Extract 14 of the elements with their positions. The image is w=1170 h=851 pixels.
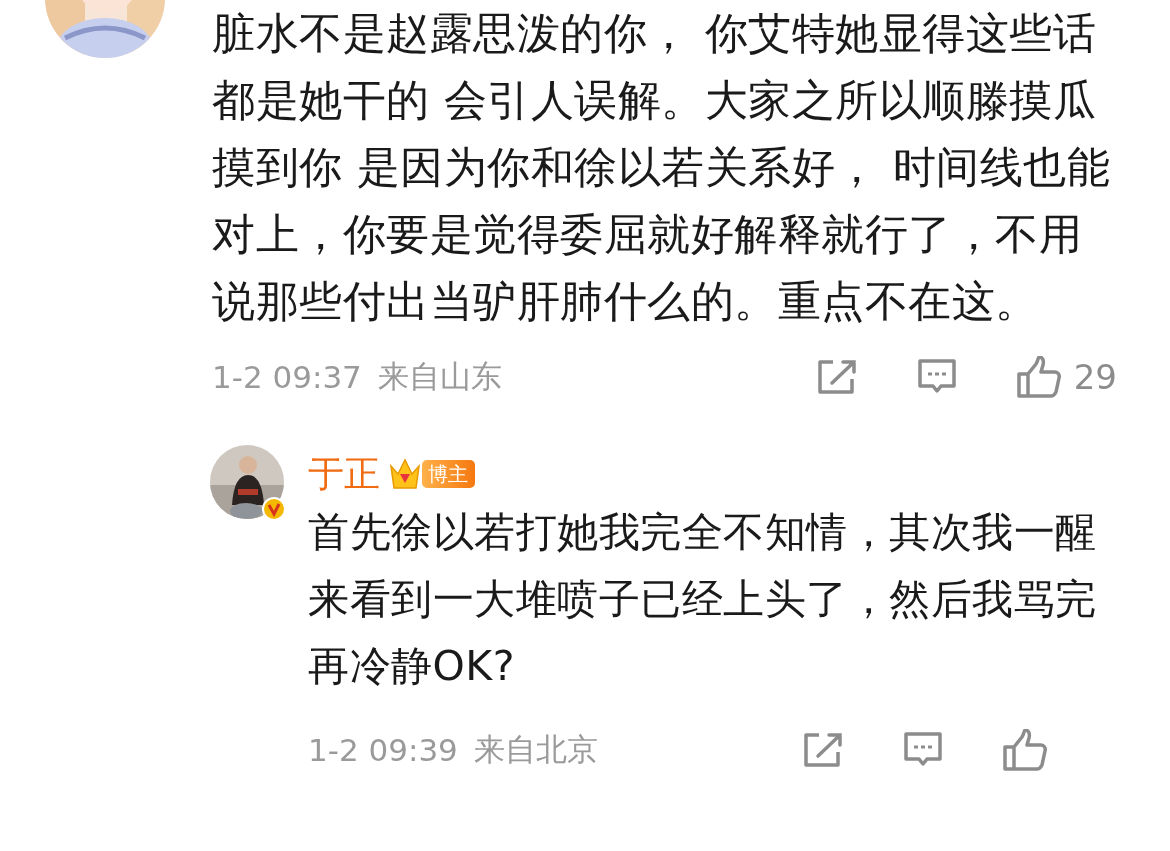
share-icon[interactable] [815,359,858,395]
thumbs-up-icon[interactable] [1015,356,1062,398]
comment-location: 来自山东 [377,357,502,396]
comment-time: 1-2 09:37 [212,359,362,395]
comment-icon[interactable] [902,731,944,769]
comment-location: 来自北京 [473,730,598,769]
comment-text: 首先徐以若打她我完全不知情，其次我一醒来看到一大堆喷子已经上头了，然后我骂完再冷静OK? [308,507,1098,692]
comment-icon[interactable] [915,358,958,396]
user-name[interactable]: 于正 [308,449,380,499]
comment-time: 1-2 09:39 [308,732,458,768]
share-icon[interactable] [802,732,844,768]
thumbs-up-icon[interactable] [1002,729,1048,771]
comment-text: 脏水不是赵露思泼的你， 你艾特她显得这些话都是她干的 会引人误解。大家之所以顺滕摸瓜摸到你 是因为你和徐以若关系好， 时间线也能对上，你要是觉得委屈就好解释就行了，不用说那些付出当驴肝肺什么的。重点不在这。 [212,7,1112,328]
like-count: 29 [1073,357,1117,397]
